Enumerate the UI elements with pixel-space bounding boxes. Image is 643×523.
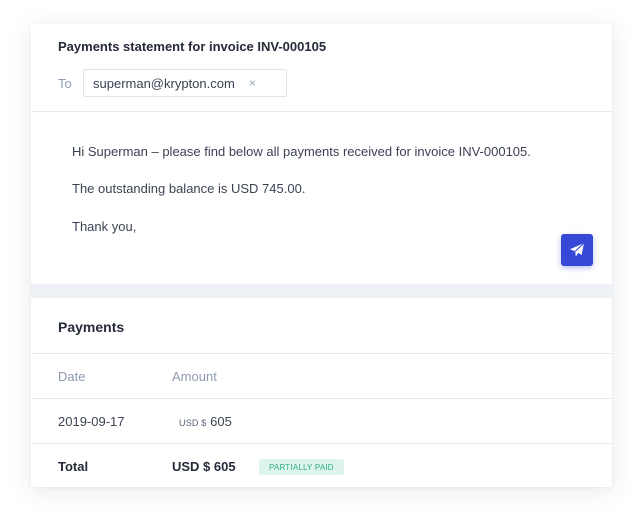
body-signoff: Thank you, — [72, 219, 137, 234]
payments-title: Payments — [58, 319, 125, 335]
divider — [31, 443, 612, 444]
body-balance: The outstanding balance is USD 745.00. — [72, 181, 306, 196]
total-label: Total — [58, 459, 89, 474]
payment-amount: USD $ 605 — [179, 414, 232, 429]
payment-currency: USD $ — [179, 418, 207, 428]
payment-date: 2019-09-17 — [58, 414, 125, 429]
divider — [31, 398, 612, 399]
total-amount: USD $ 605 — [172, 459, 236, 474]
to-label: To — [58, 76, 72, 91]
body-greeting: Hi Superman – please find below all paym… — [72, 144, 531, 159]
column-header-date: Date — [58, 369, 86, 384]
column-header-amount: Amount — [172, 369, 217, 384]
section-separator — [31, 284, 612, 298]
email-header: Payments statement for invoice INV-00010… — [31, 24, 612, 112]
payment-value: 605 — [210, 414, 232, 429]
statement-card: Payments statement for invoice INV-00010… — [31, 24, 612, 487]
status-badge: PARTIALLY PAID — [259, 459, 344, 475]
send-button[interactable] — [561, 234, 593, 266]
email-body[interactable]: Hi Superman – please find below all paym… — [31, 112, 612, 284]
remove-recipient-icon[interactable]: × — [249, 76, 256, 90]
recipient-chip[interactable]: superman@krypton.com × — [83, 69, 287, 97]
divider — [31, 353, 612, 354]
recipient-email: superman@krypton.com — [93, 75, 235, 91]
email-subject: Payments statement for invoice INV-00010… — [58, 39, 327, 54]
paper-plane-icon — [570, 242, 585, 257]
